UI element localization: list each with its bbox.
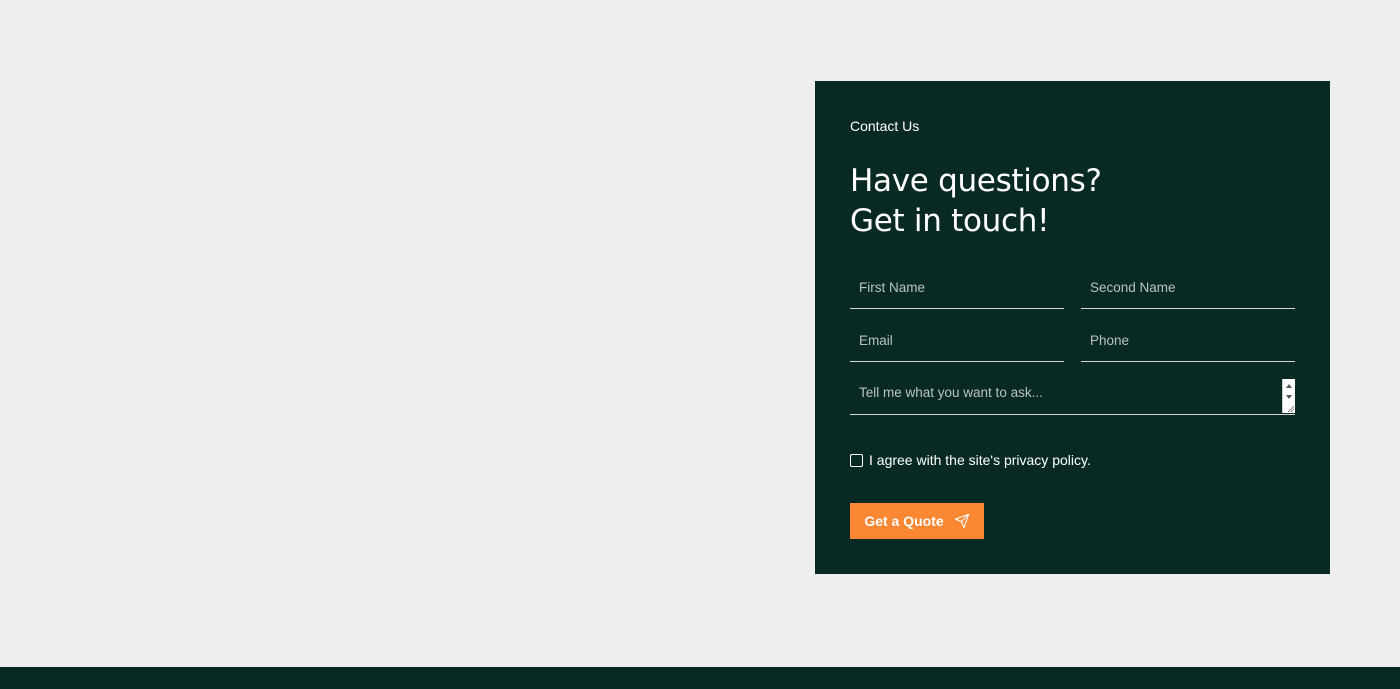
privacy-agreement[interactable]: I agree with the site's privacy policy. [850,451,1091,469]
send-icon [954,513,970,529]
scroll-down-arrow-icon[interactable] [1286,395,1292,399]
phone-placeholder: Phone [1090,333,1130,348]
privacy-label: I agree with the site's privacy policy. [869,452,1091,468]
get-quote-label: Get a Quote [864,513,944,529]
page: Contact Us Have questions? Get in touch!… [0,0,1400,689]
first-name-placeholder: First Name [859,280,926,295]
contact-heading: Have questions? Get in touch! [850,161,1102,241]
contact-eyebrow: Contact Us [850,118,920,134]
textarea-scrollbar[interactable] [1282,379,1295,413]
message-placeholder: Tell me what you want to ask... [859,385,1043,400]
email-placeholder: Email [859,333,893,348]
contact-card: Contact Us Have questions? Get in touch!… [815,81,1330,574]
first-name-field[interactable]: First Name [850,263,1064,309]
heading-line-1: Have questions? [850,163,1102,199]
second-name-field[interactable]: Second Name [1081,263,1295,309]
second-name-placeholder: Second Name [1090,280,1176,295]
resize-grip-icon[interactable] [1288,406,1294,412]
scroll-up-arrow-icon[interactable] [1286,384,1292,388]
message-textarea[interactable]: Tell me what you want to ask... [850,370,1295,415]
phone-field[interactable]: Phone [1081,316,1295,362]
footer-band [0,667,1400,689]
heading-line-2: Get in touch! [850,203,1050,239]
email-field[interactable]: Email [850,316,1064,362]
get-quote-button[interactable]: Get a Quote [850,503,984,539]
privacy-checkbox[interactable] [850,453,863,467]
